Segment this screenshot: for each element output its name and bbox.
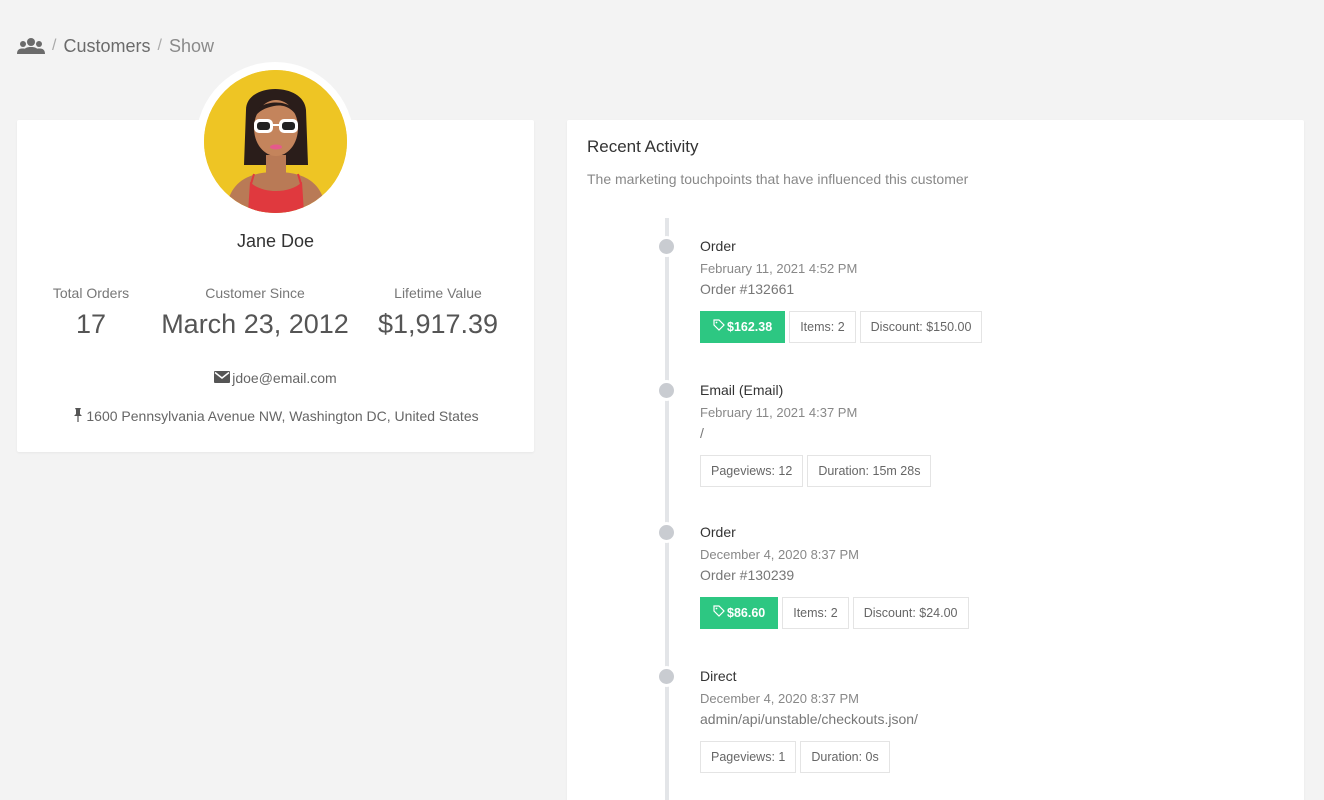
price-tag-icon (713, 598, 725, 628)
envelope-icon (214, 370, 231, 386)
stat-label: Lifetime Value (394, 285, 482, 301)
activity-item-detail: Order #132661 (700, 281, 795, 297)
timeline-item: Order December 4, 2020 8:37 PM Order #13… (656, 522, 969, 629)
timeline-line (665, 218, 669, 800)
discount-tag: Discount: $150.00 (859, 311, 983, 343)
activity-item-tags: Pageviews: 12 Duration: 15m 28s (700, 455, 932, 487)
order-total-badge: $86.60 (700, 597, 779, 629)
price-value: $86.60 (727, 606, 766, 620)
avatar (204, 70, 347, 213)
timeline-item: Order February 11, 2021 4:52 PM Order #1… (656, 236, 983, 343)
timeline-item: Direct December 4, 2020 8:37 PM admin/ap… (656, 666, 918, 773)
activity-item-title: Order (700, 524, 736, 540)
activity-item-title: Direct (700, 668, 737, 684)
timeline-dot (656, 380, 677, 401)
activity-item-date: December 4, 2020 8:37 PM (700, 691, 859, 706)
activity-item-date: December 4, 2020 8:37 PM (700, 547, 859, 562)
duration-tag: Duration: 15m 28s (807, 455, 932, 487)
breadcrumb-separator: / (157, 37, 162, 54)
recent-activity-card (567, 120, 1304, 800)
activity-item-date: February 11, 2021 4:52 PM (700, 261, 858, 276)
pageviews-tag: Pageviews: 1 (700, 741, 797, 773)
users-icon[interactable] (17, 36, 45, 56)
activity-item-tags: $162.38 Items: 2 Discount: $150.00 (700, 311, 983, 343)
timeline-item: Email (Email) February 11, 2021 4:37 PM … (656, 380, 932, 487)
breadcrumb-customers-link[interactable]: Customers (63, 36, 150, 57)
breadcrumb-separator: / (52, 37, 57, 54)
duration-tag: Duration: 0s (800, 741, 890, 773)
stat-value: March 23, 2012 (161, 309, 349, 339)
stat-lifetime-value: Lifetime Value $1,917.39 (368, 285, 508, 340)
activity-item-detail: admin/api/unstable/checkouts.json/ (700, 711, 918, 727)
customer-address: 1600 Pennsylvania Avenue NW, Washington … (17, 407, 534, 425)
items-tag: Items: 2 (782, 597, 849, 629)
page: / Customers / Show Jane Doe Total Orders… (0, 0, 1324, 800)
items-tag: Items: 2 (789, 311, 856, 343)
price-value: $162.38 (727, 320, 773, 334)
stat-value: $1,917.39 (377, 309, 499, 339)
stat-label: Customer Since (205, 285, 305, 301)
timeline-dot (656, 666, 677, 687)
order-total-badge: $162.38 (700, 311, 786, 343)
discount-tag: Discount: $24.00 (852, 597, 969, 629)
price-tag-icon (713, 312, 725, 342)
email-text[interactable]: jdoe@email.com (232, 370, 336, 386)
activity-title: Recent Activity (587, 137, 699, 156)
stat-total-orders: Total Orders 17 (41, 285, 141, 340)
breadcrumb: / Customers / Show (17, 34, 214, 58)
stat-customer-since: Customer Since March 23, 2012 (152, 285, 358, 340)
pin-icon (72, 407, 84, 425)
activity-item-tags: Pageviews: 1 Duration: 0s (700, 741, 918, 773)
pageviews-tag: Pageviews: 12 (700, 455, 804, 487)
timeline-dot (656, 522, 677, 543)
activity-subtitle: The marketing touchpoints that have infl… (587, 171, 969, 187)
customer-name: Jane Doe (236, 231, 315, 251)
customer-email: jdoe@email.com (17, 370, 534, 386)
activity-item-title: Order (700, 238, 736, 254)
activity-item-detail: Order #130239 (700, 567, 795, 583)
address-text: 1600 Pennsylvania Avenue NW, Washington … (86, 408, 479, 424)
stat-value: 17 (75, 309, 107, 339)
timeline-dot (656, 236, 677, 257)
activity-item-tags: $86.60 Items: 2 Discount: $24.00 (700, 597, 969, 629)
breadcrumb-current: Show (168, 35, 214, 56)
activity-item-detail: / (700, 425, 704, 441)
activity-item-date: February 11, 2021 4:37 PM (700, 405, 858, 420)
activity-item-title: Email (Email) (700, 382, 784, 398)
stat-label: Total Orders (52, 285, 130, 301)
